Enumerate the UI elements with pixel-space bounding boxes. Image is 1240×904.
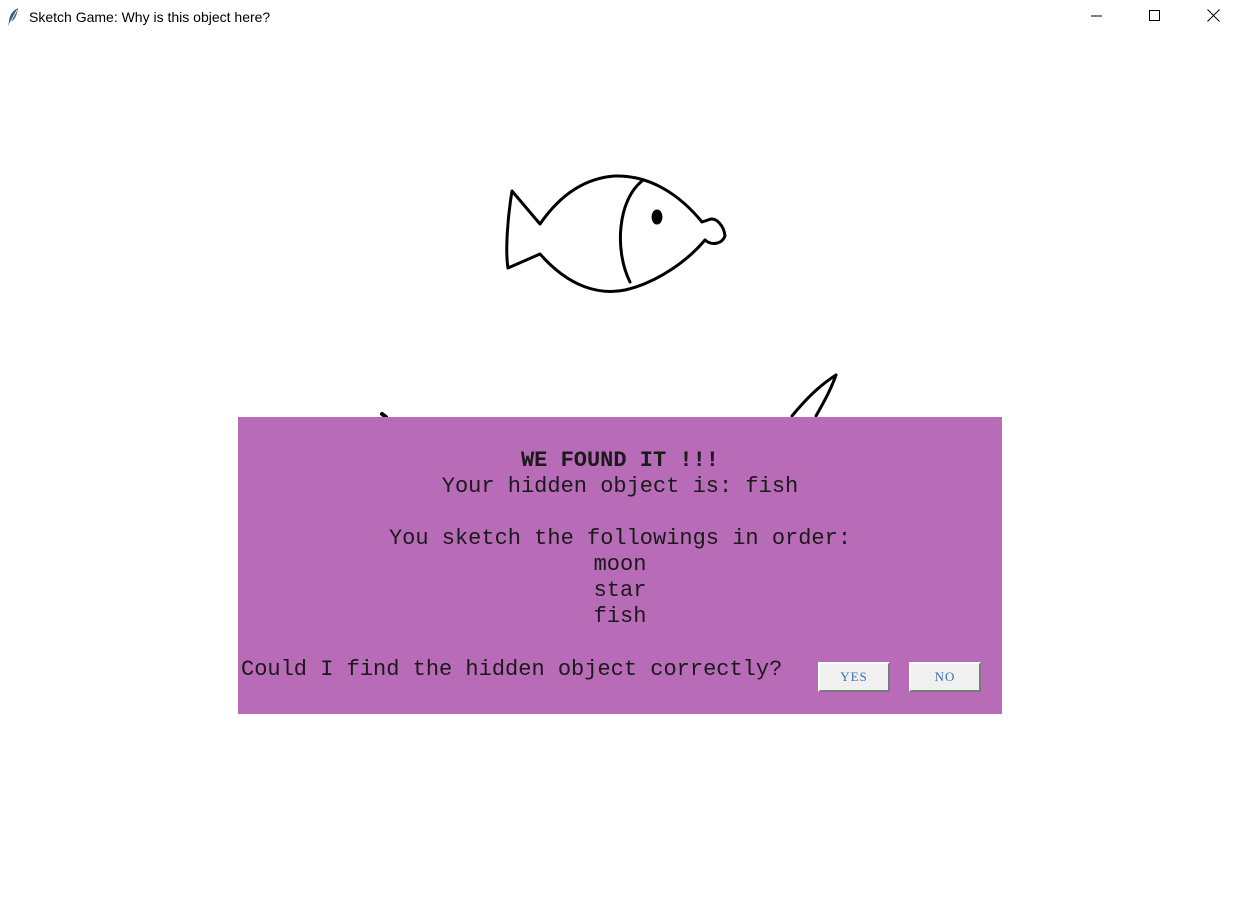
minimize-button[interactable]: [1068, 0, 1126, 36]
sequence-item: star: [593, 578, 647, 603]
maximize-icon: [1149, 9, 1161, 27]
app-window: Sketch Game: Why is this object here? WE…: [0, 0, 1240, 904]
found-headline: WE FOUND IT !!!: [520, 448, 720, 473]
title-bar: Sketch Game: Why is this object here?: [0, 0, 1240, 36]
result-dialog: WE FOUND IT !!! Your hidden object is: f…: [238, 417, 1002, 714]
confirm-question: Could I find the hidden object correctly…: [241, 657, 783, 682]
partial-sketch-strokes: [380, 373, 838, 419]
sequence-item: fish: [593, 604, 647, 629]
close-icon: [1206, 9, 1220, 27]
yes-button[interactable]: YES: [818, 662, 890, 692]
sequence-item: moon: [593, 552, 647, 577]
sequence-intro: You sketch the followings in order:: [388, 526, 852, 551]
minimize-icon: [1091, 9, 1103, 27]
window-title: Sketch Game: Why is this object here?: [29, 9, 271, 25]
sketch-canvas[interactable]: WE FOUND IT !!! Your hidden object is: f…: [0, 36, 1240, 904]
fish-sketch: [505, 174, 727, 293]
feather-icon: [6, 7, 22, 27]
no-button[interactable]: NO: [909, 662, 981, 692]
hidden-object-result: Your hidden object is: fish: [441, 474, 799, 499]
close-button[interactable]: [1184, 0, 1240, 36]
maximize-button[interactable]: [1126, 0, 1184, 36]
